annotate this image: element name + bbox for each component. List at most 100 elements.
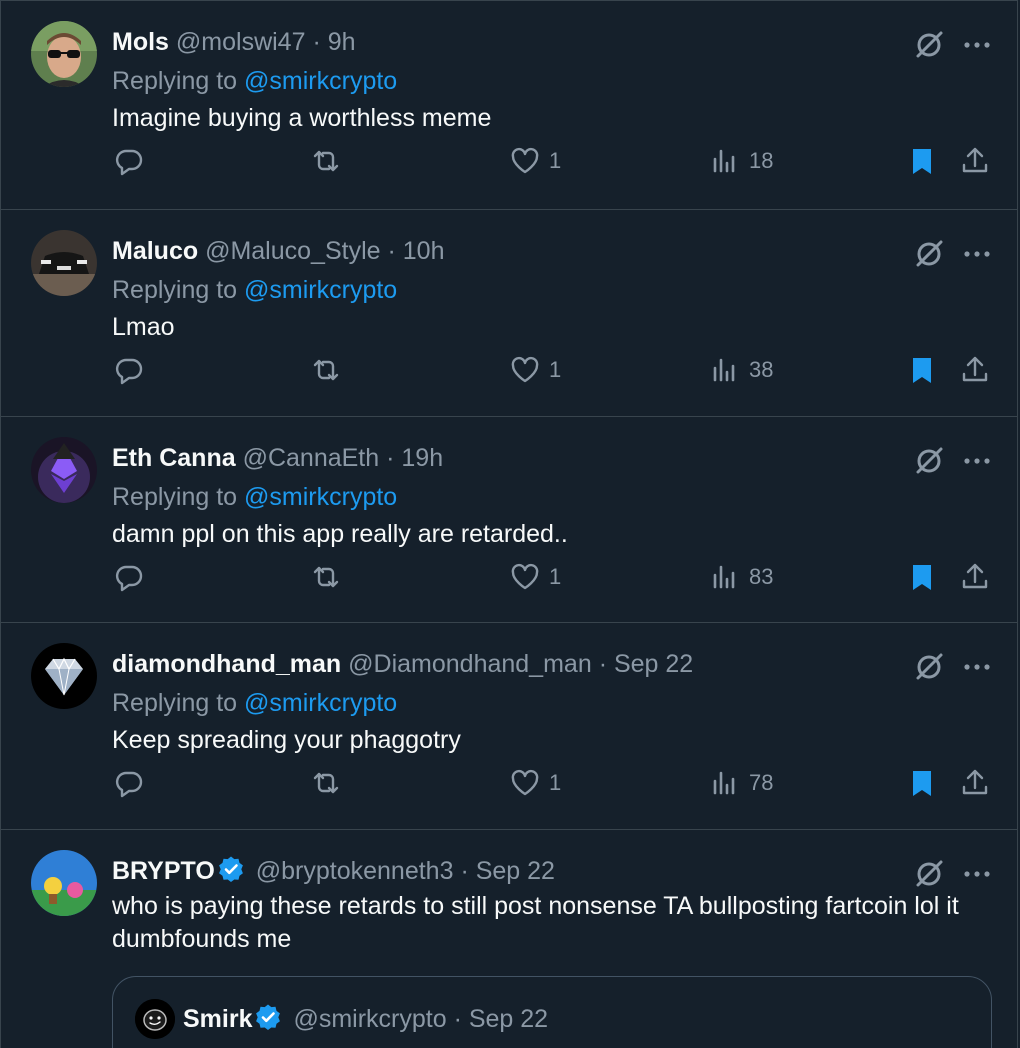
replying-prefix: Replying to	[112, 689, 245, 717]
more-button[interactable]	[961, 651, 993, 683]
avatar[interactable]	[135, 999, 175, 1039]
bookmark-button[interactable]	[906, 763, 938, 803]
timestamp[interactable]: 9h	[328, 28, 356, 56]
handle[interactable]: @CannaEth	[243, 444, 380, 472]
reply-item[interactable]: Maluco @Maluco_Style · 10h Replying to @…	[1, 210, 1017, 417]
share-button[interactable]	[959, 557, 991, 597]
reply-header: Maluco @Maluco_Style · 10h	[112, 234, 444, 268]
share-button[interactable]	[959, 141, 991, 181]
reply-button[interactable]	[113, 557, 145, 597]
separator: ·	[460, 857, 469, 885]
like-button[interactable]: 1	[509, 350, 561, 390]
display-name[interactable]: diamondhand_man	[112, 650, 341, 678]
timestamp[interactable]: 19h	[401, 444, 443, 472]
more-button[interactable]	[961, 858, 993, 890]
avatar[interactable]	[31, 230, 97, 296]
reply-icon	[115, 358, 143, 385]
views-button[interactable]: 83	[709, 557, 773, 597]
handle[interactable]: @bryptokenneth3	[256, 857, 454, 885]
separator: ·	[598, 650, 608, 678]
grok-button[interactable]	[913, 651, 945, 683]
more-button[interactable]	[961, 29, 993, 61]
retweet-button[interactable]	[310, 557, 342, 597]
bookmark-filled-icon	[913, 565, 931, 590]
avatar-ethereum-character-icon	[31, 437, 97, 503]
views-button[interactable]: 18	[709, 141, 773, 181]
grok-button[interactable]	[913, 445, 945, 477]
display-name[interactable]: Mols	[112, 28, 169, 56]
share-button[interactable]	[959, 763, 991, 803]
like-count: 1	[549, 148, 562, 173]
display-name[interactable]: Smirk	[183, 1005, 252, 1033]
handle[interactable]: @smirkcrypto	[293, 1005, 446, 1033]
quoted-tweet[interactable]: Smirk @smirkcrypto · Sep 22	[112, 976, 992, 1048]
avatar-car-rear-icon	[31, 230, 97, 296]
display-name[interactable]: BRYPTO	[112, 857, 215, 885]
reply-item[interactable]: Mols @molswi47 · 9h Replying to @smirkcr…	[1, 0, 1017, 210]
timestamp[interactable]: Sep 22	[469, 1005, 548, 1033]
reply-item[interactable]: diamondhand_man @Diamondhand_man · Sep 2…	[1, 623, 1017, 830]
verified-badge-icon[interactable]	[254, 1003, 282, 1031]
handle[interactable]: @Maluco_Style	[205, 237, 380, 265]
reply-icon	[115, 771, 143, 798]
views-icon	[713, 149, 735, 173]
handle[interactable]: @molswi47	[176, 28, 306, 56]
replies-feed: Mols @molswi47 · 9h Replying to @smirkcr…	[0, 0, 1018, 1048]
views-button[interactable]: 38	[709, 350, 773, 390]
handle[interactable]: @Diamondhand_man	[348, 650, 592, 678]
mention-link[interactable]: @smirkcrypto	[244, 689, 397, 717]
avatar-diamond-icon	[31, 643, 97, 709]
grok-button[interactable]	[913, 29, 945, 61]
verified-badge-icon[interactable]	[217, 855, 245, 883]
like-button[interactable]: 1	[509, 763, 561, 803]
avatar[interactable]	[31, 21, 97, 87]
grok-icon	[916, 860, 943, 887]
reply-button[interactable]	[113, 350, 145, 390]
retweet-button[interactable]	[310, 141, 342, 181]
timestamp[interactable]: 10h	[403, 237, 445, 265]
like-count: 1	[549, 357, 562, 382]
views-button[interactable]: 78	[709, 763, 773, 803]
bookmark-button[interactable]	[906, 141, 938, 181]
bookmark-filled-icon	[913, 771, 931, 796]
retweet-button[interactable]	[310, 350, 342, 390]
bookmark-button[interactable]	[906, 557, 938, 597]
display-name[interactable]: Eth Canna	[112, 444, 236, 472]
grok-icon	[916, 240, 943, 267]
mention-link[interactable]: @smirkcrypto	[244, 276, 397, 304]
timestamp[interactable]: Sep 22	[476, 857, 555, 885]
action-bar: 1 78	[1, 763, 1017, 803]
more-icon	[964, 42, 990, 48]
reply-item[interactable]: Eth Canna @CannaEth · 19h Replying to @s…	[1, 417, 1017, 623]
views-icon	[713, 771, 735, 795]
more-icon	[964, 871, 990, 877]
retweet-icon	[313, 772, 339, 794]
retweet-button[interactable]	[310, 763, 342, 803]
grok-icon	[916, 447, 943, 474]
more-button[interactable]	[961, 445, 993, 477]
share-icon	[962, 147, 988, 173]
grok-button[interactable]	[913, 858, 945, 890]
display-name[interactable]: Maluco	[112, 237, 198, 265]
mention-link[interactable]: @smirkcrypto	[244, 67, 397, 95]
share-button[interactable]	[959, 350, 991, 390]
like-button[interactable]: 1	[509, 557, 561, 597]
avatar[interactable]	[31, 643, 97, 709]
retweet-icon	[313, 566, 339, 588]
grok-button[interactable]	[913, 238, 945, 270]
views-icon	[713, 565, 735, 589]
avatar[interactable]	[31, 850, 97, 916]
timestamp[interactable]: Sep 22	[614, 650, 693, 678]
action-bar: 1 18	[1, 141, 1017, 181]
bookmark-filled-icon	[913, 358, 931, 383]
share-icon	[962, 563, 988, 589]
reply-button[interactable]	[113, 763, 145, 803]
more-button[interactable]	[961, 238, 993, 270]
replying-to: Replying to @smirkcrypto	[112, 65, 397, 97]
bookmark-button[interactable]	[906, 350, 938, 390]
like-button[interactable]: 1	[509, 141, 561, 181]
reply-button[interactable]	[113, 141, 145, 181]
mention-link[interactable]: @smirkcrypto	[244, 483, 397, 511]
avatar[interactable]	[31, 437, 97, 503]
view-count: 83	[749, 564, 774, 589]
